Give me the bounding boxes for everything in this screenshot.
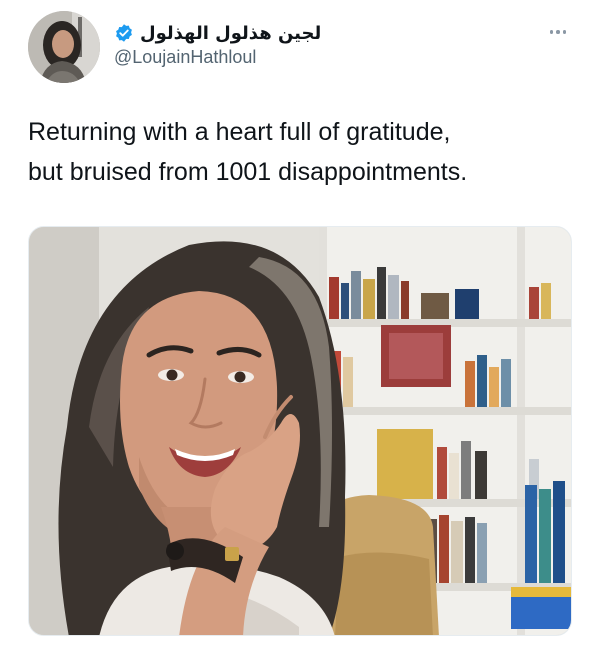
tweet-text-line-2: but bruised from 1001 disappointments. — [28, 158, 468, 186]
tweet-card: لجين هذلول الهذلول @LoujainHathloul Retu… — [0, 0, 600, 664]
more-dots-icon[interactable] — [544, 26, 572, 38]
tweet-text-line-1: Returning with a heart full of gratitude… — [28, 118, 451, 146]
tweet-photo[interactable] — [28, 226, 572, 636]
avatar-image — [28, 11, 100, 83]
avatar[interactable] — [28, 11, 100, 83]
verified-badge-icon — [114, 23, 134, 43]
display-name[interactable]: لجين هذلول الهذلول — [140, 23, 321, 44]
user-handle[interactable]: @LoujainHathloul — [114, 47, 256, 68]
tweet-text: Returning with a heart full of gratitude… — [28, 112, 578, 192]
author-name-row[interactable]: لجين هذلول الهذلول — [114, 20, 321, 46]
selfie-photo — [29, 227, 571, 635]
